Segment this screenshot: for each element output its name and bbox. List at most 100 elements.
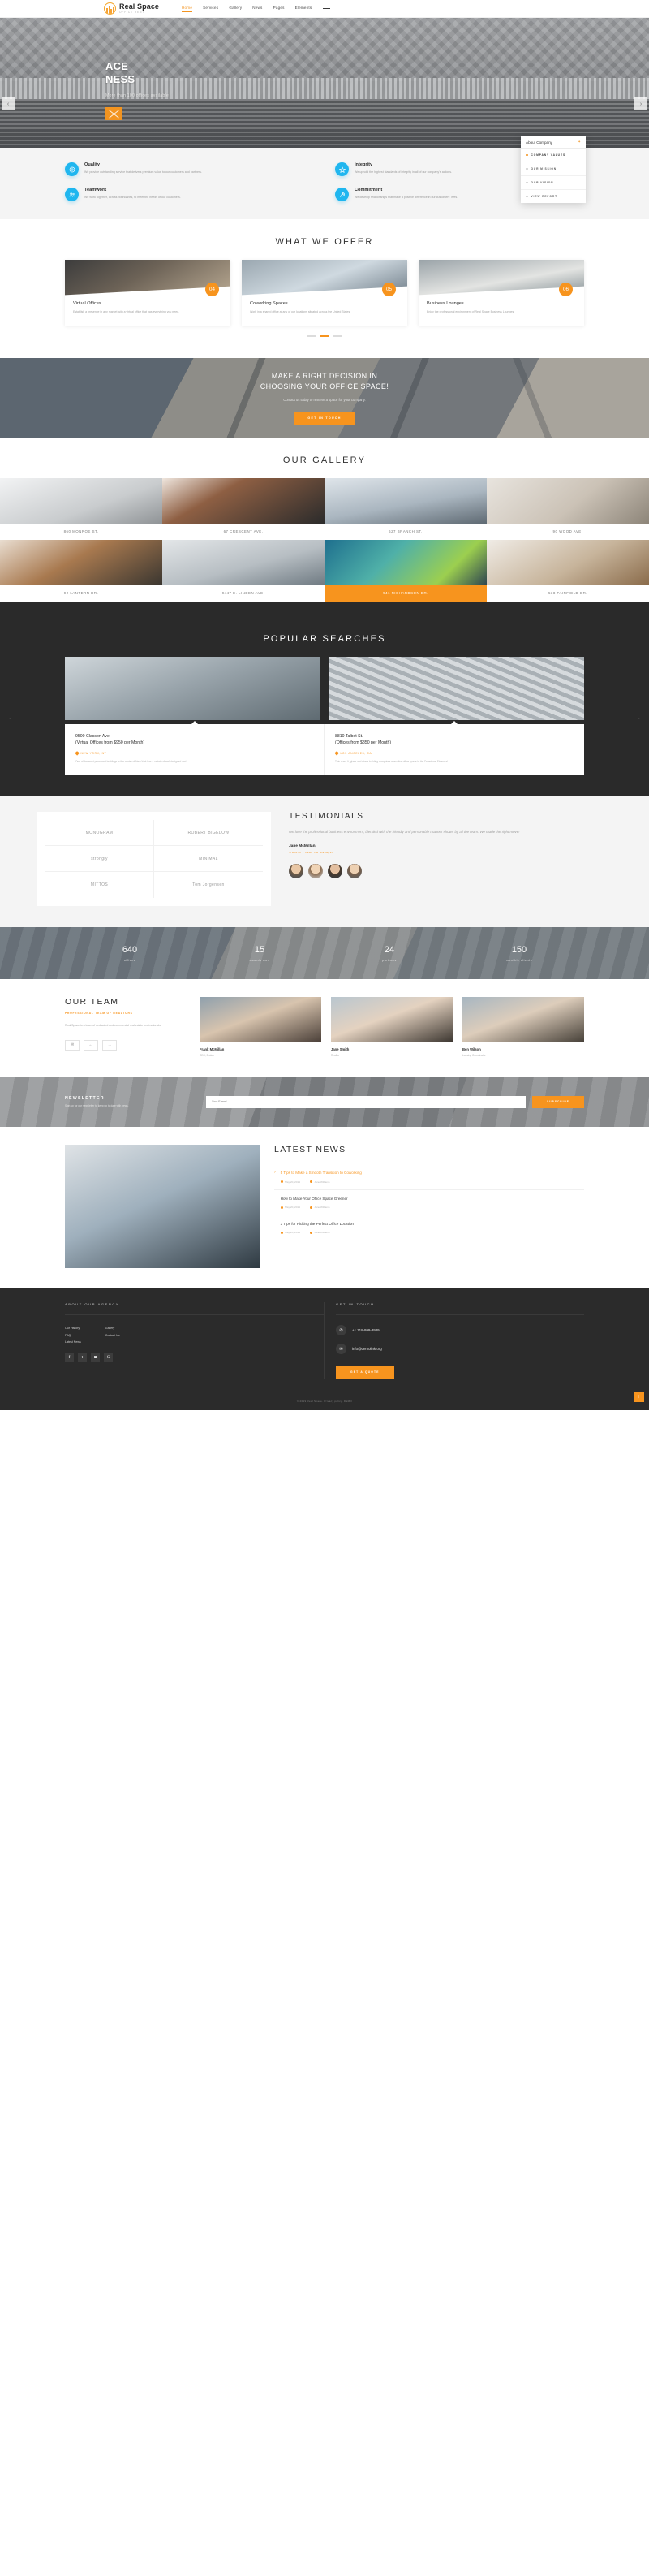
- gallery-item-highlighted[interactable]: 941 RICHARDSON DR.: [324, 540, 487, 602]
- about-item-label: OUR MISSION: [531, 167, 557, 170]
- gallery-item[interactable]: 92 LANTERN DR.: [0, 540, 162, 602]
- google-plus-icon[interactable]: G: [104, 1353, 113, 1363]
- cta-title-line2: CHOOSING YOUR OFFICE SPACE!: [260, 382, 389, 391]
- nav-item-pages[interactable]: Pages: [273, 6, 285, 11]
- nav-item-elements[interactable]: Elements: [295, 6, 312, 11]
- feature-title: Quality: [84, 162, 100, 167]
- about-item-label: OUR VISION: [531, 181, 554, 184]
- partner-logo: MONOGRAM: [45, 820, 154, 847]
- team-member-card[interactable]: Ben Wilson Leasing Coordinator: [462, 997, 584, 1057]
- subscribe-button[interactable]: SUBSCRIBE: [532, 1095, 584, 1108]
- close-icon[interactable]: ✦: [578, 140, 581, 145]
- footer-link-our-history[interactable]: Our History: [65, 1325, 81, 1331]
- team-member-card[interactable]: Jane Smith Realtor: [331, 997, 453, 1057]
- chevron-left-icon[interactable]: ‹: [2, 97, 15, 110]
- offer-number-badge: 04: [205, 283, 219, 296]
- latest-news-image: [65, 1145, 260, 1269]
- footer-link-latest-news[interactable]: Latest News: [65, 1339, 81, 1345]
- team-member-name: Frank McMillan: [200, 1047, 225, 1052]
- calendar-icon: [280, 1206, 283, 1209]
- team-member-photo: [462, 997, 584, 1043]
- get-in-touch-button[interactable]: GET IN TOUCH: [294, 412, 355, 425]
- offer-card-virtual-offices[interactable]: 04 Virtual Offices Establish a presence …: [65, 260, 230, 326]
- chevron-right-icon[interactable]: ›: [634, 97, 647, 110]
- gallery-item[interactable]: 67 CRESCENT AVE.: [162, 478, 324, 541]
- footer-link-gallery[interactable]: Gallery: [105, 1325, 120, 1331]
- twitter-icon[interactable]: t: [78, 1353, 87, 1363]
- site-header: Real Space OFFICE RENT Home Services Gal…: [0, 0, 649, 18]
- news-post-item[interactable]: › 5 Tips to Make a Smooth Transition to …: [274, 1164, 584, 1190]
- gallery-item[interactable]: 627 BRANCH ST.: [324, 478, 487, 541]
- arrow-left-icon[interactable]: ←: [84, 1039, 98, 1051]
- feature-text: We provide outstanding service that deli…: [84, 170, 202, 174]
- envelope-icon[interactable]: ✉: [65, 1039, 80, 1051]
- feature-quality: Quality We provide outstanding service t…: [65, 162, 314, 176]
- partner-logo: MINIMAL: [154, 846, 263, 873]
- counters-section: 640 offices 15 awards won 24 partners 15…: [0, 927, 649, 980]
- gallery-caption: 538 FAIRFIELD DR.: [487, 585, 649, 602]
- location-label: LOS ANGELES, CA: [340, 751, 372, 755]
- pagination-dot[interactable]: [307, 335, 316, 338]
- instagram-icon[interactable]: ◙: [91, 1353, 100, 1363]
- popular-searches-section: POPULAR SEARCHES ← → 9500 Classon Ave. (…: [0, 602, 649, 796]
- gallery-item[interactable]: 9447 E. LINDEN AVE.: [162, 540, 324, 602]
- offer-card-coworking-spaces[interactable]: 05 Coworking Spaces Work in a shared off…: [242, 260, 407, 326]
- about-company-header: About Company ✦: [521, 136, 586, 149]
- arrow-right-icon[interactable]: →: [102, 1039, 117, 1051]
- gallery-image: [0, 540, 162, 586]
- about-item-our-vision[interactable]: OUR VISION: [521, 176, 586, 190]
- play-button-icon[interactable]: [105, 106, 122, 120]
- map-pin-icon: [334, 751, 339, 756]
- about-item-our-mission[interactable]: OUR MISSION: [521, 162, 586, 176]
- pagination-dot-active[interactable]: [320, 335, 329, 338]
- facebook-icon[interactable]: f: [65, 1353, 74, 1363]
- team-member-card[interactable]: Frank McMillan CEO, Broker: [200, 997, 321, 1057]
- news-post-title: 3 Tips for Picking the Perfect Office Lo…: [280, 1222, 354, 1227]
- hero-subtitle: More than 100 offices available: [105, 93, 169, 98]
- site-footer: ABOUT OUR AGENCY Our History FAQ Latest …: [0, 1288, 649, 1411]
- avatar[interactable]: [328, 864, 342, 879]
- news-post-item[interactable]: › How to Make Your Office Space Greener …: [274, 1190, 584, 1216]
- team-section: OUR TEAM PROFESSIONAL TEAM OF REALTORS R…: [65, 979, 584, 1077]
- nav-item-gallery[interactable]: Gallery: [229, 6, 242, 11]
- avatar[interactable]: [289, 864, 303, 879]
- arrow-right-icon[interactable]: →: [635, 715, 641, 721]
- arrow-left-icon[interactable]: ←: [8, 715, 14, 721]
- offer-card-business-lounges[interactable]: 06 Business Lounges Enjoy the profession…: [419, 260, 584, 326]
- gallery-item[interactable]: 538 FAIRFIELD DR.: [487, 540, 649, 602]
- news-post-title: 5 Tips to Make a Smooth Transition to Co…: [280, 1171, 362, 1176]
- news-post-item[interactable]: › 3 Tips for Picking the Perfect Office …: [274, 1215, 584, 1240]
- avatar[interactable]: [347, 864, 362, 879]
- brand-logo-group[interactable]: Real Space OFFICE RENT: [104, 2, 159, 15]
- avatar[interactable]: [308, 864, 323, 879]
- footer-link-faq[interactable]: FAQ: [65, 1332, 81, 1339]
- gallery-item[interactable]: 90 WOOD AVE.: [487, 478, 649, 541]
- nav-item-news[interactable]: News: [252, 6, 262, 11]
- popular-card-classon-ave[interactable]: 9500 Classon Ave. (Virtual Offices from …: [65, 721, 324, 775]
- footer-email[interactable]: ✉ info@demolink.org: [336, 1344, 584, 1355]
- nav-item-home[interactable]: Home: [182, 6, 193, 12]
- popular-image: [329, 657, 584, 721]
- gallery-image: [162, 478, 324, 524]
- team-member-name: Jane Smith: [331, 1047, 350, 1052]
- teamwork-icon: [65, 188, 79, 201]
- hero-slider: ACE NESS More than 100 offices available…: [0, 18, 649, 148]
- get-a-quote-button[interactable]: GET A QUOTE: [336, 1366, 394, 1379]
- newsletter-title: NEWSLETTER: [65, 1095, 105, 1101]
- offers-pagination[interactable]: [65, 326, 584, 350]
- pagination-dot[interactable]: [333, 335, 342, 338]
- arrow-up-icon[interactable]: ↑: [634, 1392, 644, 1403]
- brand-name: Real Space: [119, 2, 160, 11]
- gallery-item[interactable]: 860 MONROE ST.: [0, 478, 162, 541]
- about-item-company-values[interactable]: COMPANY VALUES: [521, 149, 586, 162]
- footer-phone[interactable]: ✆ +1 718-999-3939: [336, 1325, 584, 1336]
- counter-number: 15: [254, 944, 265, 955]
- hamburger-icon[interactable]: [323, 6, 331, 11]
- popular-card-talbot-st[interactable]: 8810 Talbot St. (Offices from $850 per M…: [324, 721, 584, 775]
- bullet-icon: [526, 181, 528, 184]
- nav-item-services[interactable]: Services: [203, 6, 218, 11]
- about-item-view-report[interactable]: VIEW REPORT: [521, 190, 586, 203]
- rocket-icon: [335, 188, 349, 201]
- footer-link-contact-us[interactable]: Contact Us: [105, 1332, 120, 1339]
- newsletter-email-input[interactable]: [206, 1095, 526, 1108]
